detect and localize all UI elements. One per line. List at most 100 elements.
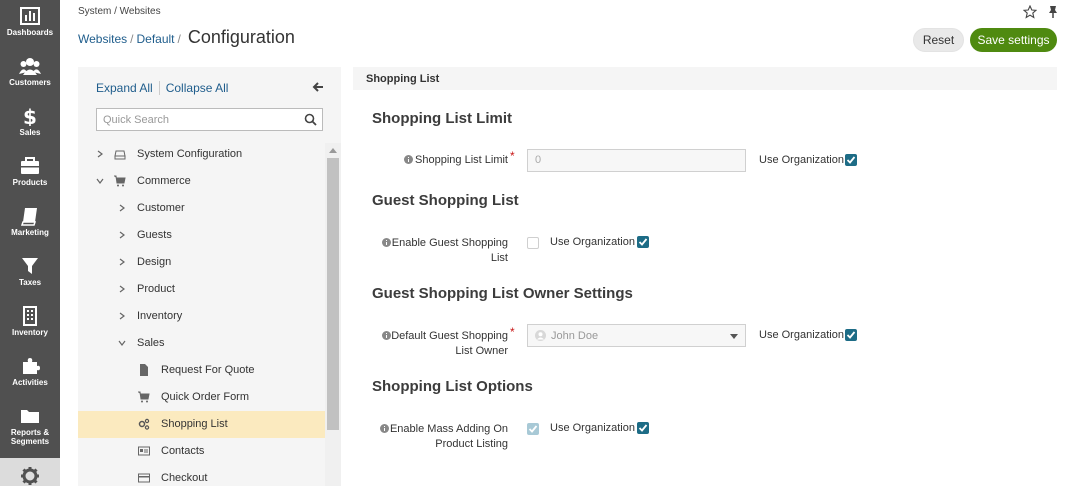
- tree-item-request-for-quote[interactable]: Request For Quote: [78, 357, 325, 384]
- main-navigation: Dashboards Customers $ Sales Products Ma…: [0, 0, 60, 486]
- nav-label: Marketing: [11, 228, 49, 237]
- use-organization-label: Use Organization: [550, 236, 635, 248]
- nav-item-taxes[interactable]: Taxes: [0, 250, 60, 300]
- tree-item-inventory[interactable]: Inventory: [78, 303, 325, 330]
- drive-icon: [114, 150, 126, 160]
- required-marker: *: [510, 149, 515, 163]
- briefcase-icon: [21, 157, 39, 174]
- nav-item-customers[interactable]: Customers: [0, 50, 60, 100]
- use-organization-label: Use Organization: [759, 154, 844, 166]
- tree-item-label: Shopping List: [161, 418, 228, 430]
- tree-item-customer[interactable]: Customer: [78, 195, 325, 222]
- tree-item-design[interactable]: Design: [78, 249, 325, 276]
- nav-item-marketing[interactable]: Marketing: [0, 200, 60, 250]
- tree-item-guests[interactable]: Guests: [78, 222, 325, 249]
- label-line: Default Guest Shopping: [391, 330, 508, 342]
- tree-item-label: Guests: [137, 229, 172, 241]
- crumb-default-link[interactable]: Default: [136, 32, 174, 46]
- collapse-sidebar-arrow-icon[interactable]: [312, 81, 324, 93]
- nav-item-inventory[interactable]: Inventory: [0, 300, 60, 350]
- svg-text:$: $: [23, 106, 37, 126]
- nav-label: Dashboards: [6, 28, 54, 37]
- bar-chart-icon: [20, 7, 40, 25]
- use-organization-checkbox[interactable]: [845, 329, 857, 341]
- nav-label: Inventory: [11, 328, 48, 337]
- reset-button[interactable]: Reset: [913, 28, 964, 52]
- collapse-all-link[interactable]: Collapse All: [166, 81, 229, 95]
- tree-item-sales[interactable]: Sales: [78, 330, 325, 357]
- default-guest-owner-select[interactable]: John Doe: [527, 324, 746, 347]
- tree-item-contacts[interactable]: Contacts: [78, 438, 325, 465]
- scroll-up-arrow-icon[interactable]: [329, 147, 337, 153]
- section-title: Shopping List: [366, 73, 440, 85]
- credit-card-icon: [138, 473, 150, 483]
- expand-all-link[interactable]: Expand All: [96, 81, 153, 95]
- nav-label: Sales: [19, 128, 41, 137]
- building-icon: [23, 306, 37, 326]
- tree-item-commerce[interactable]: Commerce: [78, 168, 325, 195]
- chevron-right-icon[interactable]: [96, 150, 104, 158]
- use-organization-checkbox[interactable]: [845, 154, 857, 166]
- filter-icon: [22, 258, 38, 274]
- tree-item-label: Quick Order Form: [161, 391, 250, 403]
- group-title-shopping-list-options: Shopping List Options: [372, 378, 533, 395]
- shopping-list-limit-input[interactable]: 0: [527, 149, 746, 172]
- page-header: Websites / Default / Configuration: [78, 27, 295, 51]
- nav-item-activities[interactable]: Activities: [0, 350, 60, 400]
- caret-down-icon[interactable]: [730, 334, 738, 339]
- tree-item-label: Contacts: [161, 445, 205, 457]
- nav-item-reports-segments[interactable]: Reports & Segments: [0, 400, 60, 458]
- file-icon: [140, 364, 148, 376]
- nav-label: Reports &: [10, 428, 50, 437]
- label-line: Enable Mass Adding On: [389, 423, 508, 435]
- cogs-icon: [138, 418, 150, 430]
- group-title-guest-shopping-list-owner-settings: Guest Shopping List Owner Settings: [372, 285, 633, 302]
- group-title-guest-shopping-list: Guest Shopping List: [372, 192, 519, 209]
- page-title: Configuration: [187, 27, 295, 47]
- tree-scrollbar[interactable]: [325, 143, 341, 486]
- chevron-down-icon[interactable]: [118, 339, 126, 347]
- use-organization-checkbox[interactable]: [637, 236, 649, 248]
- chevron-right-icon[interactable]: [118, 231, 126, 239]
- nav-item-products[interactable]: Products: [0, 150, 60, 200]
- pin-icon[interactable]: [1047, 5, 1059, 19]
- tree-item-label: Commerce: [137, 175, 191, 187]
- tree-item-label: Design: [137, 256, 172, 268]
- chevron-right-icon[interactable]: [118, 285, 126, 293]
- tree-item-quick-order-form[interactable]: Quick Order Form: [78, 384, 325, 411]
- scroll-thumb[interactable]: [327, 158, 339, 430]
- tree-item-checkout[interactable]: Checkout: [78, 465, 325, 486]
- nav-label: Customers: [9, 78, 51, 87]
- nav-item-dashboards[interactable]: Dashboards: [0, 0, 60, 50]
- shopping-list-limit-label: Shopping List Limit: [415, 154, 508, 166]
- chevron-down-icon[interactable]: [96, 177, 104, 185]
- chevron-right-icon[interactable]: [118, 204, 126, 212]
- tree-item-shopping-list[interactable]: Shopping List: [78, 411, 325, 438]
- puzzle-icon: [23, 358, 40, 374]
- use-organization-checkbox[interactable]: [637, 422, 649, 434]
- folder-icon: [21, 410, 39, 423]
- chevron-right-icon[interactable]: [118, 312, 126, 320]
- search-icon[interactable]: [304, 113, 317, 126]
- chevron-right-icon[interactable]: [118, 258, 126, 266]
- checkmark-icon: [846, 331, 856, 339]
- tree-item-system-configuration[interactable]: System Configuration: [78, 141, 325, 168]
- enable-guest-shopping-list-label: Enable Guest Shopping List: [380, 236, 508, 266]
- nav-label: Activities: [12, 378, 48, 387]
- crumb-websites-link[interactable]: Websites: [78, 32, 127, 46]
- divider: [158, 81, 160, 95]
- crumb-separator: /: [130, 32, 134, 46]
- checkmark-icon: [638, 238, 648, 246]
- save-settings-button[interactable]: Save settings: [970, 28, 1057, 52]
- quick-search-input[interactable]: [97, 109, 292, 130]
- label-line: Product Listing: [435, 438, 508, 450]
- star-icon[interactable]: [1023, 5, 1037, 19]
- label-line: Enable Guest Shopping: [391, 237, 508, 249]
- nav-item-sales[interactable]: $ Sales: [0, 100, 60, 150]
- selected-value: John Doe: [551, 330, 599, 342]
- enable-guest-shopping-list-checkbox[interactable]: [527, 237, 539, 249]
- tree-item-product[interactable]: Product: [78, 276, 325, 303]
- enable-mass-adding-checkbox[interactable]: [527, 423, 539, 435]
- group-title-shopping-list-limit: Shopping List Limit: [372, 110, 512, 127]
- nav-item-system[interactable]: [0, 458, 60, 486]
